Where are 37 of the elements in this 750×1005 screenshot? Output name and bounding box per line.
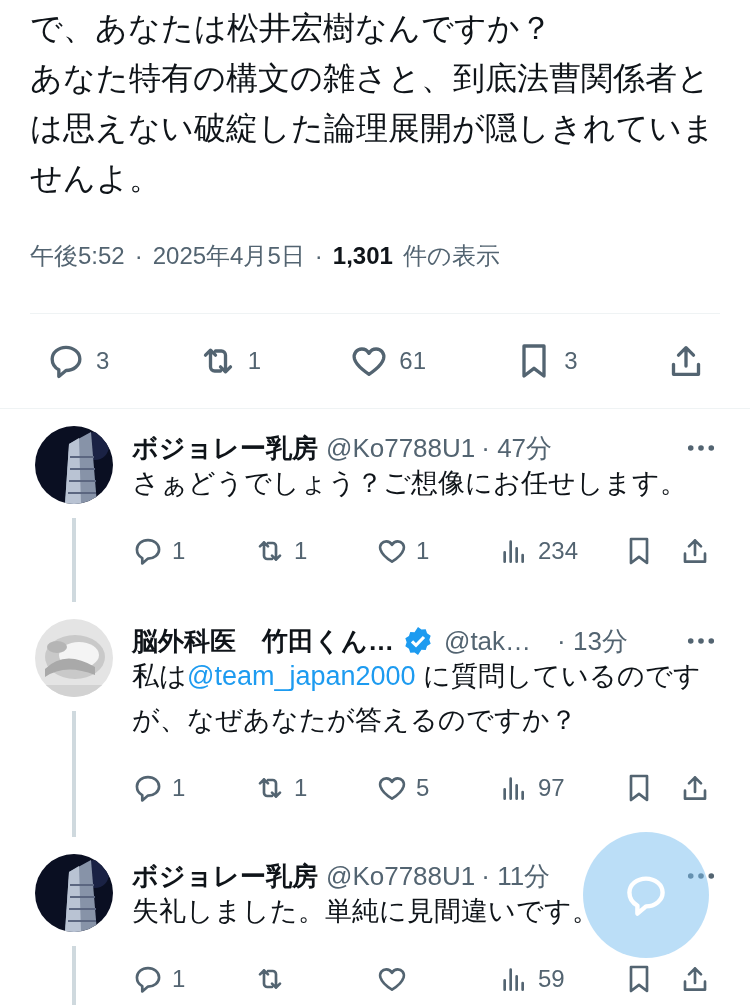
more-icon[interactable] [687,872,715,880]
action-count: 1 [247,347,261,375]
post-meta: 午後5:52 [30,241,125,271]
reply-text: 私は@team_japan2000 に質問しているのですが、なぜあなたが答えるのですか？ [132,660,703,737]
user-name[interactable]: ボジョレー乳房 [132,858,318,894]
separator-dot: · [314,242,323,270]
action-count: 3 [96,347,110,375]
action-count: 1 [294,537,308,565]
user-handle[interactable]: @tak… [444,625,532,657]
more-icon[interactable] [687,444,715,452]
action-count: 1 [172,965,186,993]
post-meta: 件の表示 [402,241,500,271]
action-count: 1 [172,537,186,565]
post-time: · 47分 [481,431,553,465]
action-count: 3 [564,347,578,375]
more-icon[interactable] [687,637,715,645]
user-handle[interactable]: @Ko7788U1 [326,432,476,464]
action-count: 97 [538,774,565,802]
post-meta: 2025年4月5日 [152,241,305,271]
post-time: · 13分 [557,624,628,658]
action-count: 1 [416,537,430,565]
reply-text: 失礼しました。単純に見間違いです。 [132,895,599,928]
action-count: 5 [416,774,430,802]
user-name[interactable]: 脳外科医 竹田くん… [132,623,394,659]
action-count: 1 [172,774,186,802]
post-text: あなた特有の構文の雑さと、到底法曹関係者とは思えない破綻した論理展開が隠しきれていませんよ。 [30,59,716,198]
separator-dot: · [134,242,143,270]
action-count: 234 [538,537,579,565]
post-text: で、あなたは松井宏樹なんですか？ [30,9,553,48]
action-count: 61 [399,347,426,375]
reply-text: さぁどうでしょう？ご想像にお任せします。 [132,467,687,500]
user-name[interactable]: ボジョレー乳房 [132,430,318,466]
post-time: · 11分 [481,859,551,893]
action-count: 59 [538,965,565,993]
action-count: 1 [294,774,308,802]
view-count: 1,301 [332,242,393,270]
user-handle[interactable]: @Ko7788U1 [326,860,476,892]
